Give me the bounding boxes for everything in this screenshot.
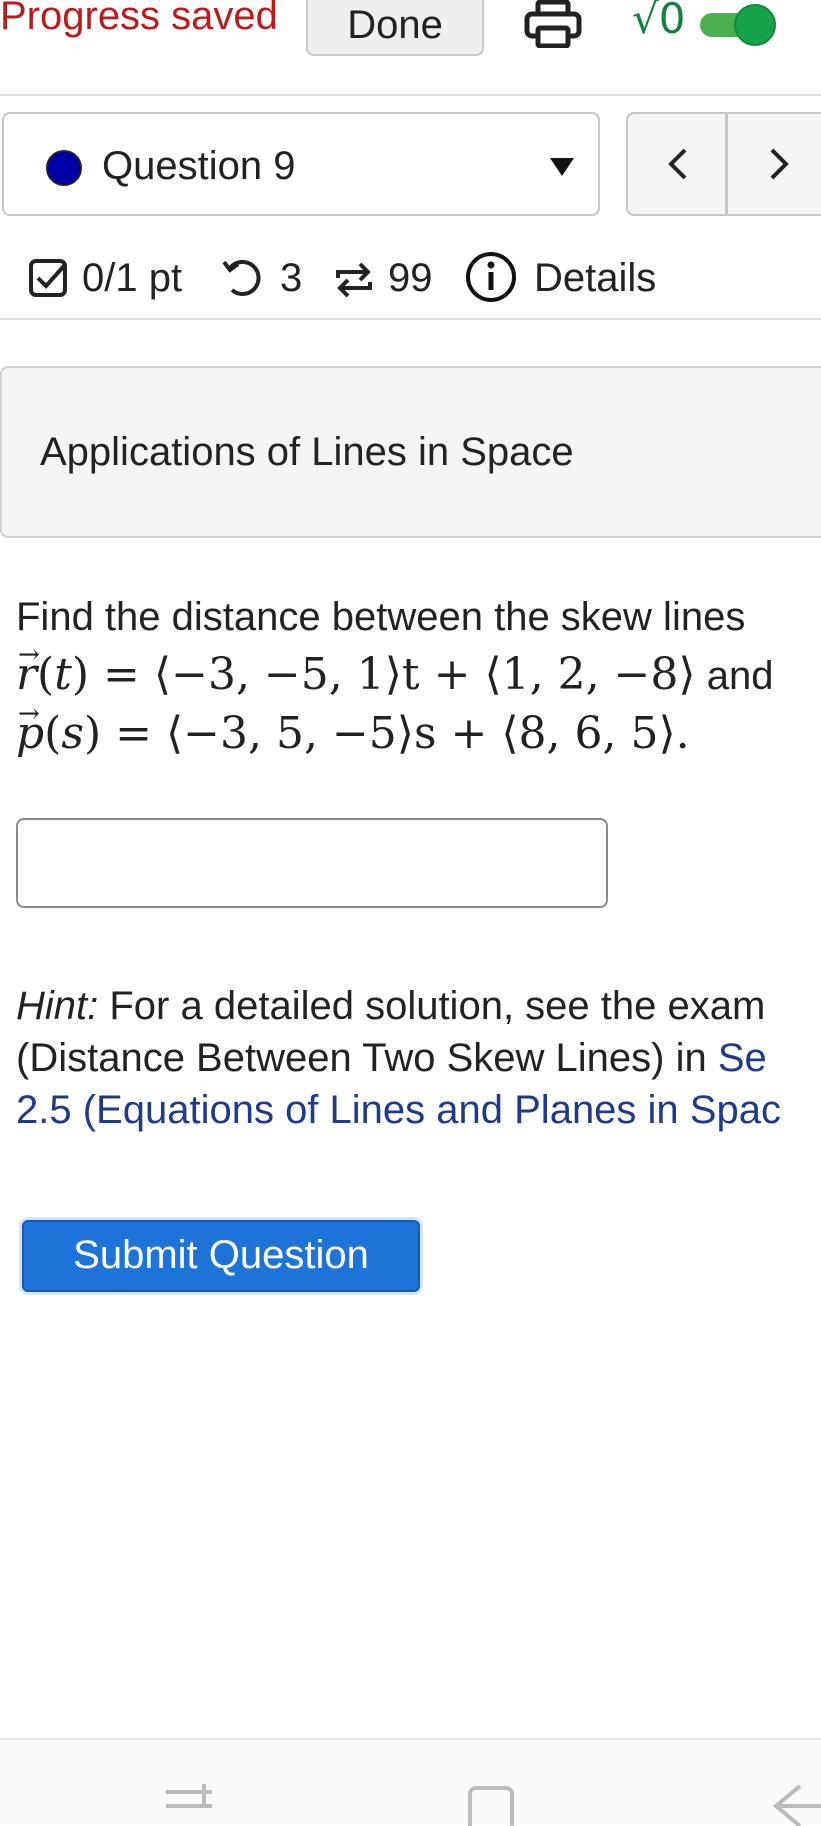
retry-icon [222,259,261,296]
equation-r: r(t) = ⟨−3, −5, 1⟩t + ⟨1, 2, −8⟩ [16,626,696,700]
recent-apps-icon[interactable] [164,1784,214,1826]
equation-p: p(s) = ⟨−3, 5, −5⟩s + ⟨8, 6, 5⟩. [16,685,690,759]
score-row: 0/1 pt 3 99 Details [0,240,821,320]
previous-question-button[interactable] [628,114,728,214]
question-nav [626,112,821,216]
line-equation-1: r(t) = ⟨−3, −5, 1⟩t + ⟨1, 2, −8⟩ and [16,626,821,705]
question-status-dot [46,150,82,186]
checkbox-icon [29,259,67,297]
back-icon[interactable] [770,1784,821,1826]
hint-line-3: 2.5 (Equations of Lines and Planes in Sp… [16,1084,821,1136]
hint-line-1: Hint: For a detailed solution, see the e… [16,984,766,1028]
toggle-knob [734,4,776,46]
attempts-icon [336,262,372,298]
math-toggle-label: √0 [632,0,686,43]
question-dropdown[interactable]: Question 9 [2,112,600,216]
hint-line-2: (Distance Between Two Skew Lines) in Se [16,1036,767,1080]
system-nav-bar [0,1738,821,1826]
done-button[interactable]: Done [306,0,484,56]
points-value: 0/1 pt [82,256,183,300]
math-display-toggle[interactable] [696,4,780,46]
question-intro: Find the distance between the skew lines [16,595,746,639]
home-icon[interactable] [466,1784,516,1826]
top-bar: Progress saved Done √0 [0,0,821,96]
submit-question-button[interactable]: Submit Question [22,1220,420,1292]
attempts-value: 99 [388,256,433,300]
section-link-start[interactable]: Se [718,1036,767,1080]
chevron-right-icon [770,148,789,180]
info-icon [466,252,516,302]
question-body: Find the distance between the skew lines… [16,588,821,764]
retries-value: 3 [280,256,303,300]
next-question-button[interactable] [730,114,821,214]
details-button[interactable]: Details [462,246,672,310]
details-label: Details [534,256,657,300]
and-connector: and [706,654,774,698]
chevron-left-icon [667,148,686,180]
progress-status: Progress saved [0,0,278,38]
line-equation-2: p(s) = ⟨−3, 5, −5⟩s + ⟨8, 6, 5⟩. [16,685,821,764]
caret-down-icon [550,158,574,176]
answer-input[interactable] [16,818,608,908]
topic-panel: Applications of Lines in Space [0,366,821,538]
hint-label: Hint: [16,984,99,1028]
section-link[interactable]: 2.5 (Equations of Lines and Planes in Sp… [16,1088,781,1132]
topic-title: Applications of Lines in Space [40,430,574,474]
question-dropdown-label: Question 9 [102,144,296,188]
hint: Hint: For a detailed solution, see the e… [16,980,821,1136]
print-icon[interactable] [524,0,582,48]
